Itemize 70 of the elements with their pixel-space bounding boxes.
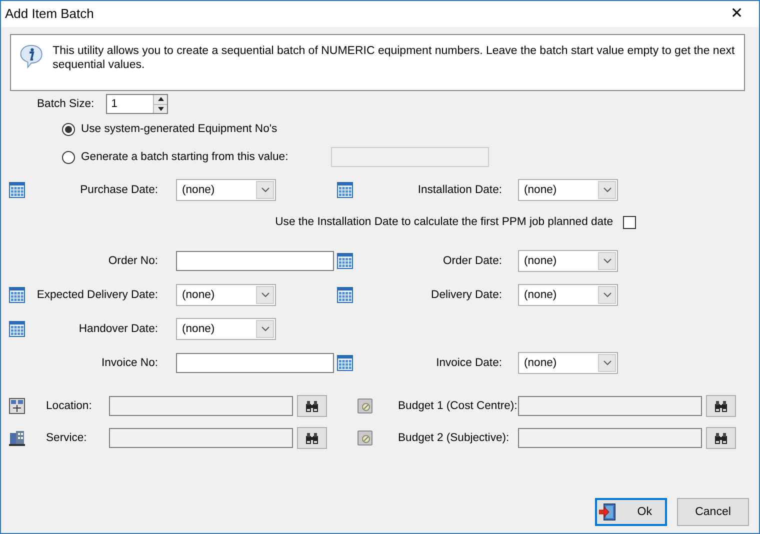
- number-spinner[interactable]: 1: [106, 94, 168, 114]
- chevron-down-icon: [602, 292, 612, 298]
- safe-icon: [357, 430, 373, 446]
- radio-label[interactable]: Use system-generated Equipment No's: [81, 122, 278, 136]
- chevron-down-icon: [602, 187, 612, 193]
- door-icon: [599, 503, 617, 521]
- radio-button[interactable]: [62, 150, 75, 164]
- date-dropdown[interactable]: (none): [518, 250, 618, 272]
- field-label: Invoice No:: [100, 356, 158, 370]
- chevron-down-icon: [260, 292, 270, 298]
- field-label: Order No:: [107, 254, 158, 268]
- checkbox-label[interactable]: Use the Installation Date to calculate the first PPM job planned date: [275, 214, 613, 230]
- lookup-field[interactable]: [518, 428, 702, 448]
- date-dropdown[interactable]: (none): [176, 284, 276, 306]
- chevron-down-icon: [260, 187, 270, 193]
- safe-icon: [357, 398, 373, 414]
- cancel-button[interactable]: Cancel: [677, 498, 749, 526]
- calendar-icon: [9, 182, 25, 198]
- lookup-field[interactable]: [518, 396, 702, 416]
- calendar-icon: [9, 321, 25, 337]
- date-dropdown[interactable]: (none): [518, 284, 618, 306]
- field-label: Invoice Date:: [435, 356, 502, 370]
- find-button[interactable]: [706, 427, 736, 449]
- binoculars-icon: [305, 400, 319, 412]
- date-dropdown[interactable]: (none): [176, 179, 276, 201]
- info-text: This utility allows you to create a sequential batch of NUMERIC equipment numbers. Leave the batch start value empty to get the next sequential values.: [52, 44, 736, 73]
- binoculars-icon: [714, 400, 728, 412]
- field-label: Batch Size:: [37, 96, 94, 112]
- radio-button[interactable]: [62, 122, 75, 136]
- chevron-down-icon: [602, 360, 612, 366]
- field-label: Budget 2 (Subjective):: [397, 430, 510, 446]
- date-dropdown[interactable]: (none): [176, 318, 276, 340]
- field-label: Budget 1 (Cost Centre):: [397, 398, 518, 414]
- field-label: Service:: [45, 430, 88, 446]
- window-title: Add Item Batch: [5, 6, 94, 22]
- field-label: Handover Date:: [78, 322, 158, 336]
- ok-button[interactable]: Ok: [595, 498, 667, 526]
- radio-label[interactable]: Generate a batch starting from this value:: [81, 150, 288, 164]
- find-button[interactable]: [706, 395, 736, 417]
- chevron-down-icon: [260, 326, 270, 332]
- text-field[interactable]: [176, 353, 334, 373]
- down-arrow-icon: [158, 106, 164, 111]
- start-value-field[interactable]: [331, 147, 490, 167]
- info-icon: [19, 42, 44, 70]
- field-label: Installation Date:: [416, 182, 502, 198]
- text-field[interactable]: [176, 251, 334, 271]
- calendar-icon: [337, 253, 353, 269]
- chevron-down-icon: [602, 258, 612, 264]
- field-label: Location:: [45, 398, 93, 414]
- panel-icon: [9, 398, 25, 414]
- calendar-icon: [337, 287, 353, 303]
- binoculars-icon: [714, 432, 728, 444]
- find-button[interactable]: [297, 395, 327, 417]
- lookup-field[interactable]: [109, 428, 293, 448]
- date-dropdown[interactable]: (none): [518, 352, 618, 374]
- checkbox[interactable]: [623, 216, 636, 228]
- up-arrow-icon: [158, 97, 164, 102]
- find-button[interactable]: [297, 427, 327, 449]
- lookup-field[interactable]: [109, 396, 293, 416]
- field-label: Order Date:: [442, 254, 502, 268]
- field-label: Purchase Date:: [79, 182, 158, 198]
- field-label: Expected Delivery Date:: [36, 288, 158, 302]
- field-label: Delivery Date:: [430, 288, 502, 302]
- calendar-icon: [337, 355, 353, 371]
- calendar-icon: [9, 287, 25, 303]
- calendar-icon: [337, 182, 353, 198]
- date-dropdown[interactable]: (none): [518, 179, 618, 201]
- close-button[interactable]: ✕: [715, 1, 759, 27]
- binoculars-icon: [305, 432, 319, 444]
- building-icon: [9, 430, 25, 446]
